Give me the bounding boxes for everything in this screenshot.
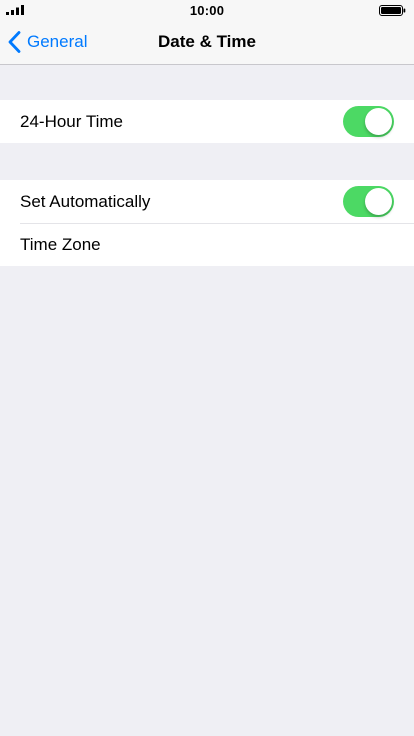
row-set-automatically: Set Automatically bbox=[0, 180, 414, 223]
back-button-label: General bbox=[27, 32, 88, 51]
row-label-time-zone: Time Zone bbox=[20, 234, 101, 254]
row-label-24-hour-time: 24-Hour Time bbox=[20, 111, 123, 131]
row-24-hour-time: 24-Hour Time bbox=[0, 100, 414, 143]
settings-group-time-format: 24-Hour Time bbox=[0, 100, 414, 143]
back-button[interactable]: General bbox=[8, 20, 87, 64]
toggle-knob bbox=[365, 108, 392, 135]
row-time-zone[interactable]: Time Zone bbox=[0, 223, 414, 266]
row-label-set-automatically: Set Automatically bbox=[20, 191, 151, 211]
toggle-set-automatically[interactable] bbox=[343, 186, 394, 217]
battery-icon bbox=[379, 5, 406, 16]
toggle-knob bbox=[365, 188, 392, 215]
toggle-24-hour-time[interactable] bbox=[343, 106, 394, 137]
chevron-left-icon bbox=[8, 31, 21, 53]
settings-group-automatic: Set Automatically Time Zone bbox=[0, 180, 414, 266]
status-bar: 10:00 bbox=[0, 0, 414, 20]
status-time: 10:00 bbox=[189, 3, 225, 18]
navigation-bar: General Date & Time bbox=[0, 20, 414, 65]
